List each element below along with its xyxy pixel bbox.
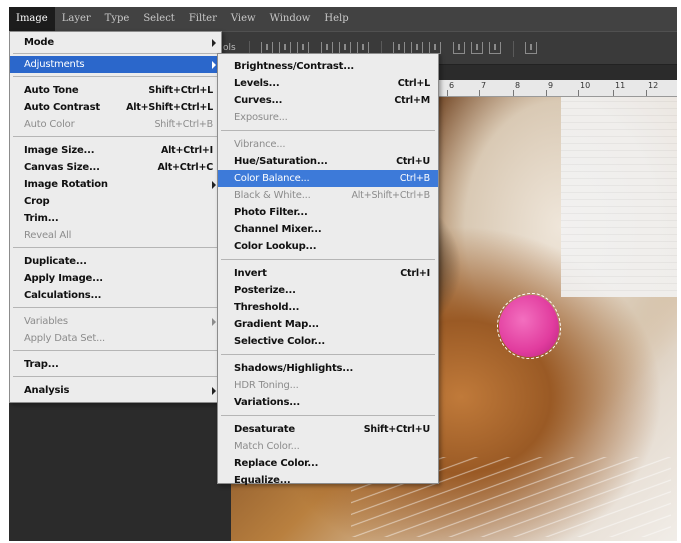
ruler-tick — [546, 90, 547, 96]
menu-item-color-balance[interactable]: Color Balance... Ctrl+B — [218, 170, 438, 187]
menu-item-curves[interactable]: Curves... Ctrl+M — [218, 92, 438, 109]
menu-filter[interactable]: Filter — [182, 7, 224, 31]
submenu-arrow-icon — [212, 39, 216, 47]
menu-item-apply-image[interactable]: Apply Image... — [10, 270, 221, 287]
image-menu: Mode Adjustments Auto Tone Shift+Ctrl+L A… — [9, 31, 222, 403]
ruler-number: 8 — [515, 81, 521, 90]
menu-item-vibrance: Vibrance... — [234, 139, 286, 150]
menu-item-crop[interactable]: Crop — [10, 193, 221, 210]
menu-item-threshold[interactable]: Threshold... — [218, 299, 438, 316]
submenu-arrow-icon — [212, 61, 216, 69]
ruler-number: 10 — [580, 81, 591, 90]
ruler-number: 7 — [481, 81, 487, 90]
menu-item-color-lookup[interactable]: Color Lookup... — [218, 238, 438, 255]
menu-separator — [221, 130, 435, 131]
menu-bar: Image Layer Type Select Filter View Wind… — [9, 7, 677, 31]
menu-view[interactable]: View — [224, 7, 263, 31]
menu-separator — [13, 76, 218, 77]
menu-item-exposure: Exposure... — [234, 112, 288, 123]
submenu-arrow-icon — [212, 181, 216, 189]
menu-item-auto-color: Auto Color Shift+Ctrl+B — [24, 119, 213, 130]
menu-separator — [13, 247, 218, 248]
menu-separator — [221, 259, 435, 260]
menu-help[interactable]: Help — [317, 7, 355, 31]
menu-separator — [13, 307, 218, 308]
menu-item-auto-tone[interactable]: Auto Tone Shift+Ctrl+L — [10, 82, 221, 99]
ruler-tick — [578, 90, 579, 96]
menu-item-brightness-contrast[interactable]: Brightness/Contrast... — [218, 58, 438, 75]
menu-item-apply-data-set: Apply Data Set... — [24, 333, 106, 344]
ruler-number: 9 — [548, 81, 554, 90]
menu-item-invert[interactable]: Invert Ctrl+I — [218, 265, 438, 282]
photoshop-window: Image Layer Type Select Filter View Wind… — [9, 7, 677, 541]
adjustments-submenu: Brightness/Contrast... Levels... Ctrl+L C… — [217, 53, 439, 486]
menu-separator — [221, 415, 435, 416]
ruler-tick — [613, 90, 614, 96]
menu-item-analysis[interactable]: Analysis — [10, 382, 221, 399]
menu-item-selective-color[interactable]: Selective Color... — [218, 333, 438, 350]
menu-item-trap[interactable]: Trap... — [10, 356, 221, 373]
menu-item-match-color: Match Color... — [234, 441, 300, 452]
menu-item-levels[interactable]: Levels... Ctrl+L — [218, 75, 438, 92]
menu-layer[interactable]: Layer — [55, 7, 98, 31]
menu-separator — [13, 376, 218, 377]
ruler-tick — [513, 90, 514, 96]
background-paper — [561, 97, 677, 297]
menu-item-reveal-all: Reveal All — [24, 230, 72, 241]
menu-item-equalize[interactable]: Equalize... — [218, 472, 438, 489]
menu-item-shadows-highlights[interactable]: Shadows/Highlights... — [218, 360, 438, 377]
menu-item-duplicate[interactable]: Duplicate... — [10, 253, 221, 270]
menu-item-hdr-toning: HDR Toning... — [234, 380, 299, 391]
distribute-hcenter-icon[interactable] — [471, 42, 483, 54]
options-label: ols — [223, 43, 236, 53]
menu-separator — [221, 354, 435, 355]
menu-item-replace-color[interactable]: Replace Color... — [218, 455, 438, 472]
menu-item-posterize[interactable]: Posterize... — [218, 282, 438, 299]
pink-eye-selection[interactable] — [497, 293, 561, 359]
menu-separator — [13, 136, 218, 137]
submenu-arrow-icon — [212, 318, 216, 326]
menu-item-hue-saturation[interactable]: Hue/Saturation... Ctrl+U — [218, 153, 438, 170]
ruler-number: 12 — [648, 81, 659, 90]
menu-item-adjustments[interactable]: Adjustments — [10, 56, 221, 73]
menu-item-canvas-size[interactable]: Canvas Size... Alt+Ctrl+C — [10, 159, 221, 176]
submenu-arrow-icon — [212, 387, 216, 395]
menu-item-black-white: Black & White... Alt+Shift+Ctrl+B — [234, 190, 430, 201]
menu-image[interactable]: Image — [9, 7, 55, 31]
auto-align-icon[interactable] — [525, 42, 537, 54]
menu-item-mode[interactable]: Mode — [10, 34, 221, 51]
menu-item-gradient-map[interactable]: Gradient Map... — [218, 316, 438, 333]
options-separator — [513, 41, 514, 57]
menu-item-calculations[interactable]: Calculations... — [10, 287, 221, 304]
menu-item-trim[interactable]: Trim... — [10, 210, 221, 227]
menu-separator — [13, 350, 218, 351]
menu-window[interactable]: Window — [263, 7, 318, 31]
ruler-number: 6 — [449, 81, 455, 90]
ruler-number: 11 — [615, 81, 626, 90]
menu-item-variations[interactable]: Variations... — [218, 394, 438, 411]
menu-item-image-size[interactable]: Image Size... Alt+Ctrl+I — [10, 142, 221, 159]
distribute-right-icon[interactable] — [489, 42, 501, 54]
menu-separator — [13, 53, 218, 54]
menu-item-auto-contrast[interactable]: Auto Contrast Alt+Shift+Ctrl+L — [10, 99, 221, 116]
horizontal-ruler[interactable]: 6 7 8 9 10 11 12 — [435, 80, 677, 97]
ruler-tick — [447, 90, 448, 96]
menu-item-channel-mixer[interactable]: Channel Mixer... — [218, 221, 438, 238]
menu-item-variables: Variables — [10, 313, 221, 330]
ruler-tick — [646, 90, 647, 96]
menu-type[interactable]: Type — [98, 7, 137, 31]
menu-item-desaturate[interactable]: Desaturate Shift+Ctrl+U — [218, 421, 438, 438]
ruler-tick — [479, 90, 480, 96]
distribute-left-icon[interactable] — [453, 42, 465, 54]
menu-select[interactable]: Select — [136, 7, 182, 31]
menu-item-image-rotation[interactable]: Image Rotation — [10, 176, 221, 193]
menu-item-photo-filter[interactable]: Photo Filter... — [218, 204, 438, 221]
